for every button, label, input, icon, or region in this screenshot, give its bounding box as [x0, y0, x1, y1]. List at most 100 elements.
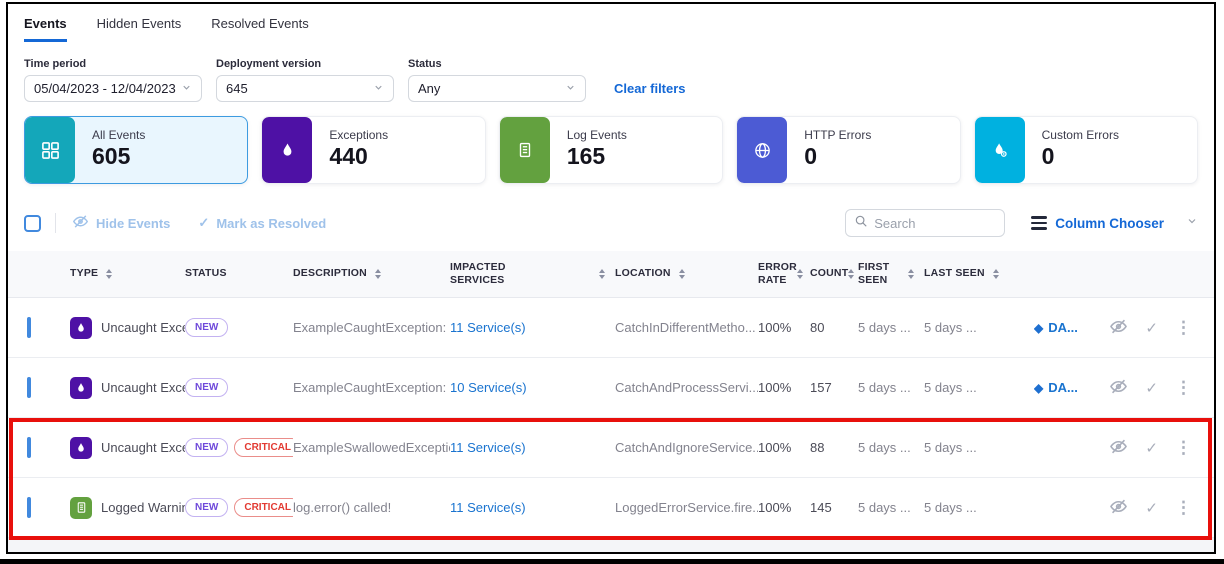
mark-resolved-button[interactable]: ✓ Mark as Resolved — [198, 215, 326, 231]
error-rate: 100% — [758, 320, 810, 335]
header-last-seen[interactable]: LAST SEEN — [924, 267, 1034, 280]
table-row[interactable]: Uncaught Exce... NEW CRITICAL ExampleSwa… — [8, 418, 1214, 478]
last-seen: 5 days ... — [924, 440, 1034, 455]
tab-events[interactable]: Events — [24, 16, 67, 42]
event-count: 157 — [810, 380, 858, 395]
sort-icon[interactable] — [599, 269, 605, 279]
card-value: 0 — [804, 143, 871, 170]
kebab-menu-icon[interactable]: ⋮ — [1175, 318, 1192, 338]
chevron-down-icon — [373, 81, 384, 96]
resolve-check-icon[interactable]: ✓ — [1145, 499, 1158, 517]
ticket-link[interactable]: ◆ DA... — [1034, 320, 1096, 335]
event-description: ExampleCaughtException: t... — [293, 380, 450, 395]
sort-icon[interactable] — [908, 269, 914, 279]
jira-diamond-icon: ◆ — [1034, 381, 1043, 395]
impacted-services-link[interactable]: 11 Service(s) — [450, 320, 526, 335]
header-description[interactable]: DESCRIPTION — [293, 267, 450, 280]
event-location: CatchInDifferentMetho... — [615, 320, 758, 335]
status-badge: NEW — [185, 318, 228, 337]
hide-event-icon[interactable] — [1109, 377, 1128, 399]
row-checkbox[interactable] — [27, 317, 31, 338]
globe-icon — [737, 117, 787, 183]
hamburger-icon — [1031, 216, 1047, 230]
card-log-events[interactable]: Log Events 165 — [499, 116, 723, 184]
row-checkbox[interactable] — [27, 437, 31, 458]
sort-icon[interactable] — [797, 269, 803, 279]
sort-icon[interactable] — [993, 269, 999, 279]
table-row[interactable]: Uncaught Exce... NEW ExampleCaughtExcept… — [8, 298, 1214, 358]
sort-icon[interactable] — [679, 269, 685, 279]
status-badge: NEW — [185, 378, 228, 397]
row-checkbox[interactable] — [27, 497, 31, 518]
hide-event-icon[interactable] — [1109, 497, 1128, 519]
tab-bar: Events Hidden Events Resolved Events — [8, 4, 1214, 42]
events-table: TYPE STATUS DESCRIPTION IMPACTED SERVICE… — [8, 251, 1214, 538]
hide-event-icon[interactable] — [1109, 317, 1128, 339]
status-value: Any — [418, 81, 440, 96]
table-row[interactable]: Uncaught Exce... NEW ExampleCaughtExcept… — [8, 358, 1214, 418]
mark-resolved-label: Mark as Resolved — [216, 216, 326, 231]
row-checkbox[interactable] — [27, 377, 31, 398]
log-icon — [70, 497, 92, 519]
column-chooser-button[interactable]: Column Chooser — [1031, 214, 1198, 232]
card-custom-errors[interactable]: Custom Errors 0 — [974, 116, 1198, 184]
exception-icon — [70, 377, 92, 399]
impacted-services-link[interactable]: 11 Service(s) — [450, 440, 526, 455]
impacted-services-link[interactable]: 10 Service(s) — [450, 380, 527, 395]
header-first-seen[interactable]: FIRST SEEN — [858, 261, 924, 287]
last-seen: 5 days ... — [924, 500, 1034, 515]
sort-icon[interactable] — [106, 269, 112, 279]
ticket-link[interactable]: ◆ DA... — [1034, 380, 1096, 395]
jira-diamond-icon: ◆ — [1034, 321, 1043, 335]
header-type[interactable]: TYPE — [70, 267, 185, 280]
header-count[interactable]: COUNT — [810, 267, 858, 280]
status-select[interactable]: Any — [408, 75, 586, 102]
tab-resolved-events[interactable]: Resolved Events — [211, 16, 309, 42]
event-type: Logged Warning — [101, 500, 185, 515]
deployment-version-select[interactable]: 645 — [216, 75, 394, 102]
select-all-checkbox[interactable] — [24, 215, 41, 232]
chevron-down-icon — [181, 81, 192, 96]
kebab-menu-icon[interactable]: ⋮ — [1175, 378, 1192, 398]
event-type: Uncaught Exce... — [101, 320, 185, 335]
card-value: 0 — [1042, 143, 1119, 170]
eye-slash-icon — [72, 213, 89, 233]
resolve-check-icon[interactable]: ✓ — [1145, 319, 1158, 337]
hide-events-label: Hide Events — [96, 216, 170, 231]
search-input[interactable] — [874, 216, 984, 231]
card-all-events[interactable]: All Events 605 — [24, 116, 248, 184]
hide-event-icon[interactable] — [1109, 437, 1128, 459]
sort-icon[interactable] — [848, 269, 854, 279]
deployment-version-label: Deployment version — [216, 58, 394, 70]
resolve-check-icon[interactable]: ✓ — [1145, 379, 1158, 397]
clear-filters-button[interactable]: Clear filters — [614, 81, 686, 96]
header-impacted-services[interactable]: IMPACTED SERVICES — [450, 261, 615, 287]
divider — [55, 213, 56, 233]
event-count: 145 — [810, 500, 858, 515]
table-row[interactable]: Logged Warning NEW CRITICAL log.error() … — [8, 478, 1214, 538]
kebab-menu-icon[interactable]: ⋮ — [1175, 438, 1192, 458]
header-location[interactable]: LOCATION — [615, 267, 758, 280]
tab-hidden-events[interactable]: Hidden Events — [97, 16, 182, 42]
card-http-errors[interactable]: HTTP Errors 0 — [736, 116, 960, 184]
log-icon — [500, 117, 550, 183]
event-location: CatchAndProcessServi... — [615, 380, 758, 395]
time-period-value: 05/04/2023 - 12/04/2023 — [34, 81, 176, 96]
time-period-select[interactable]: 05/04/2023 - 12/04/2023 — [24, 75, 202, 102]
header-error-rate[interactable]: ERROR RATE — [758, 261, 810, 287]
critical-badge: CRITICAL — [234, 438, 293, 457]
status-filter-label: Status — [408, 58, 586, 70]
summary-cards: All Events 605 Exceptions 440 — [8, 102, 1214, 184]
sort-icon[interactable] — [375, 269, 381, 279]
hide-events-button[interactable]: Hide Events — [72, 213, 170, 233]
deployment-version-value: 645 — [226, 81, 248, 96]
event-description: ExampleSwallowedExceptio... — [293, 440, 450, 455]
error-rate: 100% — [758, 440, 810, 455]
card-exceptions[interactable]: Exceptions 440 — [261, 116, 485, 184]
event-type: Uncaught Exce... — [101, 380, 185, 395]
resolve-check-icon[interactable]: ✓ — [1145, 439, 1158, 457]
impacted-services-link[interactable]: 11 Service(s) — [450, 500, 526, 515]
exception-icon — [70, 317, 92, 339]
kebab-menu-icon[interactable]: ⋮ — [1175, 498, 1192, 518]
table-header-row: TYPE STATUS DESCRIPTION IMPACTED SERVICE… — [8, 251, 1214, 298]
